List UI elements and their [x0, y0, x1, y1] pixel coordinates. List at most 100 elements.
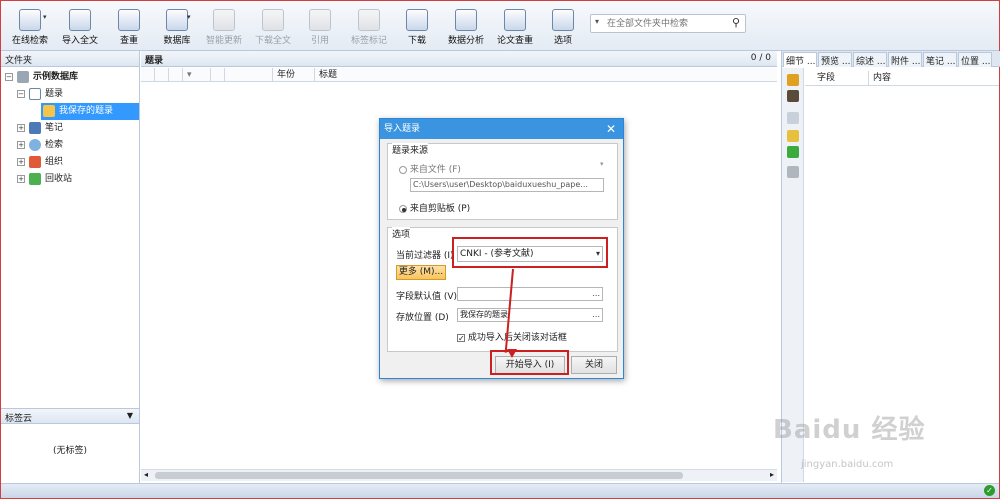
folder-icon [43, 104, 55, 117]
edit-icon[interactable] [787, 166, 799, 178]
tree-item-my-saved-records[interactable]: 我保存的题录 [41, 103, 139, 120]
search-icon[interactable]: ⚲ [732, 16, 740, 29]
cite-icon [309, 9, 331, 31]
tab-attachments[interactable]: 附件 ... [888, 52, 922, 67]
tag-cloud-header[interactable]: 标签云 ▼ [1, 408, 139, 424]
clipboard-icon [504, 9, 526, 31]
column-header[interactable] [155, 68, 169, 82]
chevron-down-icon[interactable]: ▾ [43, 13, 47, 21]
check-duplicate-button[interactable]: 查重 [109, 5, 149, 49]
radio-icon[interactable] [399, 165, 407, 174]
options-button[interactable]: 选项 [546, 5, 580, 49]
tab-notes[interactable]: 笔记 ... [923, 52, 957, 67]
record-count: 0 / 0 [750, 53, 771, 63]
database-button[interactable]: 数据库 [157, 5, 197, 49]
tree-item-notes[interactable]: + 笔记 [17, 120, 63, 137]
import-fulltext-icon [69, 9, 91, 31]
from-file-option[interactable]: 来自文件 (F) [399, 162, 461, 175]
column-header[interactable] [211, 68, 225, 82]
chevron-down-icon[interactable]: ▾ [595, 17, 599, 26]
import-fulltext-button[interactable]: 导入全文 [59, 5, 101, 49]
tree-item-recycle-bin[interactable]: + 回收站 [17, 171, 72, 188]
close-button[interactable]: 关闭 [571, 356, 617, 374]
status-ok-icon: ✓ [984, 485, 995, 496]
close-after-import-checkbox[interactable]: ✓ 成功导入后关闭该对话框 [457, 330, 567, 343]
chevron-down-icon[interactable]: ▼ [127, 411, 133, 420]
tree-item-records[interactable]: − 题录 [17, 86, 63, 103]
column-year[interactable]: 年份 [273, 68, 315, 82]
grid-icon[interactable] [787, 146, 799, 158]
chart-icon [455, 9, 477, 31]
options-icon [552, 9, 574, 31]
column-header[interactable] [169, 68, 183, 82]
browse-button[interactable]: ... [592, 309, 600, 321]
tag-mark-button[interactable]: 标签标记 [347, 5, 391, 49]
book-icon[interactable] [787, 90, 799, 102]
tab-location[interactable]: 位置 ... [958, 52, 992, 67]
field-default-input[interactable]: ... [457, 287, 603, 301]
data-analysis-button[interactable]: 数据分析 [444, 5, 488, 49]
column-content[interactable]: 内容 [869, 71, 999, 86]
list-icon [29, 87, 41, 100]
scrollbar-thumb[interactable] [155, 472, 683, 479]
records-panel-title: 题录 [145, 56, 164, 66]
tag-cloud-empty: (无标签) [52, 446, 88, 456]
file-path-field[interactable]: C:\Users\user\Desktop\baiduxueshu_pape..… [410, 178, 604, 192]
source-group: 题录来源 来自文件 (F) ▾ C:\Users\user\Desktop\ba… [387, 143, 618, 220]
search-box[interactable]: ▾ ⚲ [590, 14, 746, 33]
store-location-input[interactable]: 我保存的题录 ... [457, 308, 603, 322]
recycle-bin-icon [29, 172, 41, 185]
expand-icon[interactable]: + [17, 123, 25, 132]
sort-column-header[interactable]: ▾ [183, 68, 211, 82]
filter-label: 当前过滤器 (I) [396, 251, 454, 261]
tab-preview[interactable]: 预览 ... [818, 52, 852, 67]
download-fulltext-button[interactable]: 下载全文 [252, 5, 294, 49]
tree-item-sample-database[interactable]: − 示例数据库 [5, 69, 78, 86]
smart-update-button[interactable]: 智能更新 [204, 5, 244, 49]
watermark-logo: Baidu 经验 [773, 415, 926, 445]
download-button[interactable]: 下载 [399, 5, 435, 49]
close-icon[interactable]: ✕ [606, 119, 616, 139]
paper-check-button[interactable]: 论文查重 [494, 5, 536, 49]
checkbox-checked-icon[interactable]: ✓ [457, 333, 465, 342]
search-input[interactable] [607, 17, 719, 30]
tree-item-search[interactable]: + 检索 [17, 137, 63, 154]
cite-button[interactable]: 引用 [301, 5, 339, 49]
scroll-left-icon[interactable]: ◂ [144, 470, 148, 479]
radio-selected-icon[interactable] [399, 204, 407, 213]
field-default-label: 字段默认值 (V) [396, 292, 458, 302]
download-fulltext-icon [262, 9, 284, 31]
watermark-url: jingyan.baidu.com [801, 459, 894, 470]
expand-icon[interactable]: + [17, 174, 25, 183]
dialog-title: 导入题录 [384, 124, 421, 134]
column-header[interactable] [225, 68, 273, 82]
column-field[interactable]: 字段 [813, 71, 869, 86]
tree-item-organize[interactable]: + 组织 [17, 154, 63, 171]
expand-icon[interactable]: + [17, 157, 25, 166]
details-column-header: 字段 内容 [805, 71, 999, 86]
tab-summary[interactable]: 综述 ... [853, 52, 887, 67]
magnifier-icon [29, 138, 41, 151]
scroll-right-icon[interactable]: ▸ [770, 470, 774, 479]
status-bar: ✓ [1, 483, 999, 498]
chevron-down-icon[interactable]: ▾ [600, 160, 604, 168]
browse-button[interactable]: ... [592, 288, 600, 300]
expand-icon[interactable]: + [17, 140, 25, 149]
from-clipboard-option[interactable]: 来自剪贴板 (P) [399, 201, 470, 214]
collapse-icon[interactable]: − [17, 89, 25, 98]
organize-icon [29, 155, 41, 168]
copy-icon[interactable] [787, 112, 799, 124]
tab-details[interactable]: 细节 ... [783, 52, 817, 67]
horizontal-scrollbar[interactable]: ◂ ▸ [141, 469, 777, 481]
column-header[interactable] [141, 68, 155, 82]
column-title[interactable]: 标题 [315, 68, 777, 82]
brush-icon[interactable] [787, 130, 799, 142]
online-search-button[interactable]: 在线检索 [9, 5, 51, 49]
lock-icon[interactable] [787, 74, 799, 86]
collapse-icon[interactable]: − [5, 72, 13, 81]
chevron-down-icon[interactable]: ▾ [187, 13, 191, 21]
database-icon [166, 9, 188, 31]
toolbar: 在线检索 ▾ 导入全文 查重 数据库 ▾ 智能更新 下载全文 引用 标签标记 下… [1, 1, 999, 51]
more-button[interactable]: 更多 (M)... [396, 265, 446, 280]
records-column-header: ▾ 年份 标题 [141, 68, 777, 82]
